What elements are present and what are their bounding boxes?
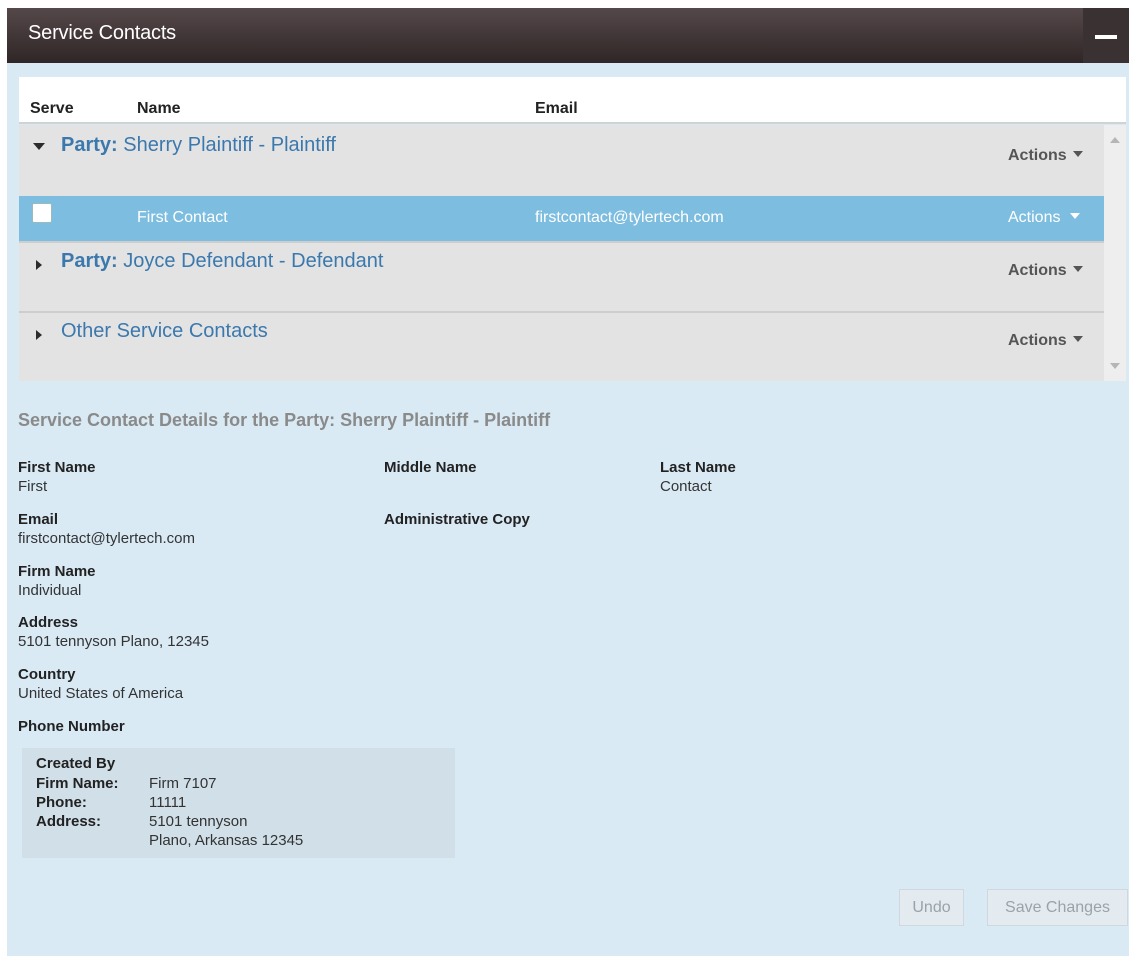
- first-name-label: First Name: [18, 459, 96, 476]
- contact-actions-dropdown[interactable]: Actions: [1008, 209, 1081, 227]
- first-name-field: First Name First: [18, 458, 96, 496]
- service-contact-list: Party: Sherry Plaintiff - Plaintiff Acti…: [19, 125, 1126, 381]
- phone-number-field: Phone Number: [18, 717, 125, 736]
- column-header-email[interactable]: Email: [535, 100, 578, 118]
- save-changes-button[interactable]: Save Changes: [987, 889, 1128, 926]
- email-value: firstcontact@tylertech.com: [18, 530, 195, 547]
- created-address-line1: 5101 tennyson: [149, 813, 248, 830]
- address-value: 5101 tennyson Plano, 12345: [18, 633, 209, 650]
- list-scrollbar[interactable]: [1104, 125, 1126, 381]
- actions-label: Actions: [1008, 262, 1067, 279]
- details-title: Service Contact Details for the Party: S…: [18, 410, 551, 430]
- minus-icon: [1095, 35, 1117, 39]
- administrative-copy-label: Administrative Copy: [384, 511, 530, 528]
- phone-number-label: Phone Number: [18, 718, 125, 735]
- actions-label: Actions: [1008, 147, 1067, 164]
- chevron-right-icon[interactable]: [36, 260, 42, 270]
- column-header-serve[interactable]: Serve: [30, 100, 74, 118]
- party-group-title[interactable]: Party: Sherry Plaintiff - Plaintiff: [61, 134, 336, 157]
- caret-down-icon: [1072, 150, 1083, 157]
- party-prefix: Party:: [61, 134, 118, 156]
- party-prefix: Party:: [61, 250, 118, 272]
- address-field: Address 5101 tennyson Plano, 12345: [18, 613, 209, 651]
- party-group-title[interactable]: Party: Joyce Defendant - Defendant: [61, 250, 383, 273]
- column-header-name[interactable]: Name: [137, 100, 181, 118]
- created-phone-value: 11111: [149, 794, 187, 811]
- firm-name-field: Firm Name Individual: [18, 562, 96, 600]
- country-field: Country United States of America: [18, 665, 183, 703]
- panel-title: Service Contacts: [28, 22, 176, 44]
- actions-label: Actions: [1008, 209, 1061, 226]
- created-by-title: Created By: [36, 755, 116, 772]
- party-actions-dropdown[interactable]: Actions: [1008, 262, 1083, 280]
- middle-name-label: Middle Name: [384, 459, 477, 476]
- party-label: Joyce Defendant - Defendant: [123, 250, 384, 272]
- service-contacts-panel: Service Contacts Serve Name Email Party:…: [7, 8, 1129, 956]
- undo-button[interactable]: Undo: [899, 889, 964, 926]
- serve-checkbox[interactable]: [32, 203, 52, 223]
- country-label: Country: [18, 666, 76, 683]
- created-phone-label: Phone:: [36, 794, 87, 811]
- party-actions-dropdown[interactable]: Actions: [1008, 147, 1083, 165]
- address-label: Address: [18, 614, 79, 631]
- created-firm-value: Firm 7107: [149, 775, 217, 792]
- caret-down-icon: [1072, 335, 1083, 342]
- created-firm-label: Firm Name:: [36, 775, 119, 792]
- email-field: Email firstcontact@tylertech.com: [18, 510, 195, 548]
- chevron-down-icon[interactable]: [33, 143, 45, 150]
- party-group-defendant[interactable]: Party: Joyce Defendant - Defendant Actio…: [19, 243, 1104, 311]
- contact-email: firstcontact@tylertech.com: [535, 209, 724, 226]
- other-actions-dropdown[interactable]: Actions: [1008, 332, 1083, 350]
- contact-row[interactable]: First Contact firstcontact@tylertech.com…: [19, 196, 1104, 241]
- created-address-label: Address:: [36, 813, 102, 830]
- caret-down-icon: [1070, 212, 1081, 219]
- caret-down-icon: [1072, 265, 1083, 272]
- chevron-right-icon[interactable]: [36, 330, 42, 340]
- middle-name-field: Middle Name: [384, 458, 477, 477]
- scroll-down-icon[interactable]: [1110, 363, 1120, 369]
- last-name-field: Last Name Contact: [660, 458, 736, 496]
- party-group-plaintiff[interactable]: Party: Sherry Plaintiff - Plaintiff Acti…: [19, 125, 1104, 195]
- contact-name: First Contact: [137, 209, 228, 226]
- table-header: Serve Name Email: [19, 77, 1126, 124]
- scroll-up-icon[interactable]: [1110, 137, 1120, 143]
- firm-name-label: Firm Name: [18, 563, 96, 580]
- last-name-label: Last Name: [660, 459, 736, 476]
- country-value: United States of America: [18, 685, 184, 702]
- first-name-value: First: [18, 478, 48, 495]
- other-service-contacts-group[interactable]: Other Service Contacts Actions: [19, 313, 1104, 381]
- other-contacts-title[interactable]: Other Service Contacts: [61, 320, 268, 343]
- last-name-value: Contact: [660, 478, 712, 495]
- created-address-line2: Plano, Arkansas 12345: [149, 832, 304, 849]
- firm-name-value: Individual: [18, 582, 82, 599]
- party-label: Sherry Plaintiff - Plaintiff: [123, 134, 336, 156]
- actions-label: Actions: [1008, 332, 1067, 349]
- administrative-copy-field: Administrative Copy: [384, 510, 530, 529]
- panel-header: Service Contacts: [7, 8, 1129, 63]
- collapse-button[interactable]: [1083, 8, 1129, 63]
- created-by-box: Created By Firm Name: Firm 7107 Phone: 1…: [22, 748, 455, 858]
- email-label: Email: [18, 511, 59, 528]
